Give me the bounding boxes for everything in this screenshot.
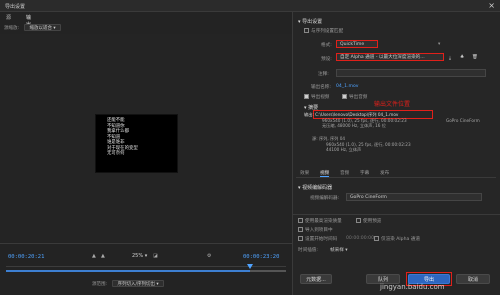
- export-video-checkbox[interactable]: [304, 94, 309, 99]
- preset-dropdown[interactable]: 自定 Alpha 通道 - 以最大位深度渲染的...: [336, 53, 444, 61]
- use-previews-checkbox[interactable]: [356, 218, 361, 223]
- video-codec-dropdown[interactable]: GoPro CineForm: [346, 193, 482, 201]
- output-detail-2-text: 无压缩, 48000 Hz, 立体声, 16 位: [322, 123, 386, 128]
- metadata-button[interactable]: 元数据...: [300, 274, 332, 284]
- tab-source[interactable]: 源: [6, 14, 11, 21]
- output-codec-text: GoPro CineForm: [446, 118, 480, 123]
- watermark-text: jingyan.baidu.com: [380, 283, 445, 291]
- timeline-range-bar: [6, 270, 250, 272]
- tab-audio[interactable]: 音频: [340, 170, 349, 176]
- preset-value: 自定 Alpha 通道 - 以最大位深度渲染的...: [340, 55, 425, 60]
- source-range-value: 序列切入/序列切出: [117, 282, 155, 287]
- start-timecode-row[interactable]: 设置开始时间码: [298, 236, 337, 242]
- format-value: QuickTime: [340, 42, 365, 47]
- format-dropdown[interactable]: QuickTime: [336, 40, 378, 48]
- mark-out-icon[interactable]: ▲: [101, 253, 105, 259]
- output-name-link[interactable]: 04_1.mov: [336, 84, 359, 89]
- tab-video[interactable]: 视频: [320, 170, 330, 177]
- source-summary: 源: 序列, 序列 04: [312, 136, 345, 141]
- match-sequence-label: 与序列设置匹配: [311, 29, 344, 34]
- divider: [292, 214, 500, 215]
- start-timecode-label: 设置开始时间码: [305, 237, 338, 242]
- export-settings-header[interactable]: ▾ 导出设置: [298, 18, 322, 25]
- close-icon[interactable]: ×: [488, 1, 495, 10]
- source-name: 序列, 序列 04: [318, 136, 346, 141]
- mark-in-icon[interactable]: ▲: [92, 253, 96, 259]
- match-sequence-row[interactable]: 与序列设置匹配: [304, 28, 343, 34]
- export-video-label: 导出视频: [311, 95, 330, 100]
- render-alpha-row[interactable]: 仅渲染 Alpha 通道: [374, 236, 420, 242]
- tab-captions[interactable]: 字幕: [360, 170, 369, 176]
- video-codec-header[interactable]: ▾ 视频编解码器: [298, 184, 332, 191]
- video-codec-label: 视频编解码器:: [310, 196, 340, 201]
- video-subtitles: 还能不能 不知道你 我拿什么都 不知道 谁是谁非 对于现在的变型 无可奈何: [107, 118, 138, 156]
- max-render-quality-label: 使用最高渲染质量: [305, 219, 342, 224]
- playhead-icon[interactable]: [247, 264, 253, 269]
- settings-subtabs: 效果 视频 音频 字幕 发布: [296, 170, 496, 178]
- start-timecode-checkbox[interactable]: [298, 236, 303, 241]
- source-scaling-label: 源缩放:: [4, 26, 20, 31]
- export-audio-label: 导出音频: [349, 95, 368, 100]
- time-interp-label: 时间插值:: [298, 248, 318, 253]
- max-render-quality-row[interactable]: 使用最高渲染质量: [298, 218, 342, 224]
- source-range-label: 源范围:: [92, 282, 108, 287]
- chevron-down-icon[interactable]: ▾: [438, 42, 440, 47]
- divider: [0, 243, 292, 244]
- source-scaling-dropdown[interactable]: 缩放以适合 ▾: [24, 24, 61, 31]
- export-audio-checkbox[interactable]: [342, 94, 347, 99]
- video-codec-title: 视频编解码器: [302, 185, 333, 191]
- timecode-in[interactable]: 00:00:20:21: [8, 254, 44, 260]
- preset-label: 预设:: [321, 57, 332, 62]
- export-settings-title: 导出设置: [302, 19, 323, 25]
- output-label: 输出:: [304, 112, 314, 117]
- import-project-checkbox[interactable]: [298, 227, 303, 232]
- chevron-down-icon: ▾: [53, 26, 56, 31]
- aspect-icon[interactable]: ◪: [153, 253, 158, 259]
- use-previews-row[interactable]: 使用预览: [356, 218, 381, 224]
- source-range-dropdown[interactable]: 序列切入/序列切出 ▾: [112, 280, 164, 287]
- export-video-row[interactable]: 导出视频: [304, 94, 329, 100]
- export-audio-row[interactable]: 导出音频: [342, 94, 367, 100]
- source-range-row: 源范围: 序列切入/序列切出 ▾: [92, 280, 164, 287]
- output-summary: 输出: C:\Users\lenovo\Desktop\序列 04_1.mov: [304, 112, 398, 117]
- timecode-out[interactable]: 00:00:23:20: [243, 254, 279, 260]
- window-title: 导出设置: [5, 4, 26, 10]
- tab-effects[interactable]: 效果: [300, 170, 309, 176]
- title-bar: 导出设置 ×: [0, 0, 500, 12]
- comments-label: 注释:: [318, 72, 329, 77]
- output-codec: GoPro CineForm: [446, 118, 480, 123]
- import-project-label: 导入到项目中: [305, 228, 333, 233]
- start-timecode-value[interactable]: 00:00:00:00: [346, 236, 374, 241]
- delete-preset-icon[interactable]: 🗑: [472, 55, 478, 60]
- output-path: C:\Users\lenovo\Desktop\序列 04_1.mov: [315, 112, 399, 117]
- source-scaling-row: 源缩放: 缩放以适合 ▾: [4, 24, 61, 31]
- import-project-row[interactable]: 导入到项目中: [298, 227, 333, 233]
- match-sequence-checkbox[interactable]: [304, 28, 309, 33]
- timeline-remaining: [250, 270, 286, 272]
- video-codec-value: GoPro CineForm: [350, 195, 387, 200]
- source-label: 源:: [312, 136, 318, 141]
- time-interp-value: 帧采样: [330, 248, 344, 253]
- source-detail-2-text: 44100 Hz, 立体声: [326, 147, 362, 152]
- render-alpha-checkbox[interactable]: [374, 236, 379, 241]
- source-scaling-value: 缩放以适合: [29, 26, 52, 31]
- format-label: 格式:: [321, 43, 332, 48]
- annotation-label: 输出文件位置: [374, 101, 411, 108]
- zoom-value: 25%: [132, 253, 144, 259]
- save-preset-icon[interactable]: ⤓: [449, 55, 451, 61]
- zoom-dropdown[interactable]: 25% ▾: [132, 253, 147, 259]
- render-alpha-label: 仅渲染 Alpha 通道: [381, 237, 420, 242]
- time-interp-dropdown[interactable]: 帧采样 ▾: [330, 247, 348, 253]
- import-preset-icon[interactable]: ♣: [460, 55, 464, 60]
- source-detail-2: 44100 Hz, 立体声: [326, 147, 361, 152]
- max-render-quality-checkbox[interactable]: [298, 218, 303, 223]
- comments-field[interactable]: [336, 69, 486, 77]
- output-name-label: 输出名称:: [311, 85, 331, 90]
- use-previews-label: 使用预览: [363, 219, 382, 224]
- settings-icon[interactable]: ⚙: [207, 253, 211, 259]
- output-detail-2: 无压缩, 48000 Hz, 立体声, 16 位: [322, 123, 386, 128]
- cancel-button[interactable]: 取消: [456, 274, 490, 284]
- tab-publish[interactable]: 发布: [380, 170, 389, 176]
